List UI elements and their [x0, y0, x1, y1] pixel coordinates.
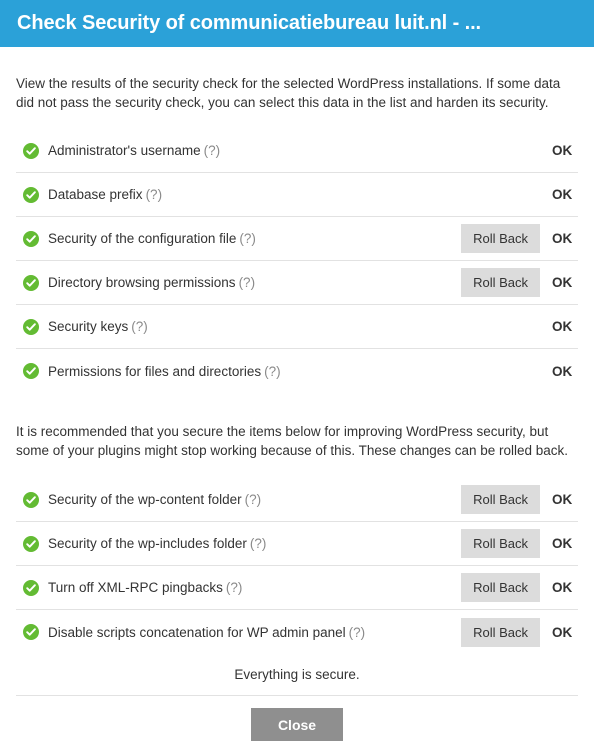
status-badge: OK — [552, 231, 573, 246]
check-circle-icon — [23, 186, 39, 203]
status-badge: OK — [552, 363, 573, 379]
check-circle-icon — [23, 142, 39, 159]
check-row-label: Security keys — [48, 319, 129, 334]
status-badge: OK — [552, 319, 573, 334]
check-row: Security of the wp-content folder (?) Roll… — [16, 478, 578, 522]
security-check-dialog: Check Security of communicatiebureau lui… — [0, 0, 594, 741]
check-row-label: Disable scripts concatenation for WP adm… — [48, 624, 346, 640]
help-icon[interactable]: (?) — [264, 364, 281, 379]
check-row-label: Turn off XML-RPC pingbacks — [48, 580, 223, 595]
roll-back-button[interactable]: Roll Back — [461, 224, 540, 253]
check-circle-icon — [23, 230, 39, 247]
roll-back-button[interactable]: Roll Back — [461, 573, 540, 602]
check-circle-icon — [23, 624, 39, 640]
check-row: Directory browsing permissions (?) Roll Ba… — [16, 261, 578, 305]
status-badge: OK — [552, 187, 573, 202]
check-row: Security of the wp-includes folder (?) Rol… — [16, 522, 578, 566]
check-row-label: Administrator's username — [48, 143, 201, 158]
check-row: Disable scripts concatenation for WP adm… — [16, 610, 578, 654]
help-icon[interactable]: (?) — [204, 143, 221, 158]
help-icon[interactable]: (?) — [239, 275, 256, 290]
check-row-label: Security of the configuration file — [48, 231, 237, 246]
status-badge: OK — [552, 536, 573, 551]
check-row: Administrator's username (?) OK — [16, 129, 578, 173]
dialog-titlebar: Check Security of communicatiebureau lui… — [0, 0, 594, 47]
status-badge: OK — [552, 143, 573, 158]
primary-check-list: Administrator's username (?) OK Database pr… — [16, 129, 578, 393]
dialog-content: View the results of the security check f… — [0, 61, 594, 696]
dialog-footer: Close — [0, 696, 594, 741]
check-row-label: Database prefix — [48, 187, 143, 202]
status-badge: OK — [552, 624, 573, 640]
check-circle-icon — [23, 535, 39, 552]
section-note-text: It is recommended that you secure the it… — [16, 423, 569, 458]
check-row-label: Security of the wp-content folder — [48, 492, 242, 507]
dialog-title: Check Security of communicatiebureau lui… — [17, 12, 481, 34]
check-row-label: Directory browsing permissions — [48, 275, 236, 290]
help-icon[interactable]: (?) — [245, 492, 262, 507]
check-circle-icon — [23, 579, 39, 596]
check-circle-icon — [23, 274, 39, 291]
check-circle-icon — [23, 318, 39, 335]
help-icon[interactable]: (?) — [250, 536, 267, 551]
help-icon[interactable]: (?) — [226, 580, 243, 595]
status-badge: OK — [552, 492, 573, 507]
secondary-check-list: Security of the wp-content folder (?) Roll… — [16, 478, 578, 654]
help-icon[interactable]: (?) — [349, 625, 366, 640]
check-row: Database prefix (?) OK — [16, 173, 578, 217]
check-row: Security of the configuration file (?) Rol… — [16, 217, 578, 261]
roll-back-button[interactable]: Roll Back — [461, 529, 540, 558]
check-row: Turn off XML-RPC pingbacks (?) Roll Back OK — [16, 566, 578, 610]
help-icon[interactable]: (?) — [239, 231, 256, 246]
roll-back-button[interactable]: Roll Back — [461, 485, 540, 514]
check-circle-icon — [23, 491, 39, 508]
check-row-label: Permissions for files and directories — [48, 363, 262, 379]
check-row: Security keys (?) OK — [16, 305, 578, 349]
roll-back-button[interactable]: Roll Back — [461, 617, 540, 647]
close-button[interactable]: Close — [251, 708, 343, 741]
check-circle-icon — [23, 363, 39, 379]
check-row-label: Security of the wp-includes folder — [48, 536, 247, 551]
status-badge: OK — [552, 580, 573, 595]
help-icon[interactable]: (?) — [146, 187, 163, 202]
roll-back-button[interactable]: Roll Back — [461, 268, 540, 297]
intro-text: View the results of the security check f… — [16, 75, 561, 110]
secure-status-text: Everything is secure. — [234, 667, 360, 682]
status-badge: OK — [552, 275, 573, 290]
check-row: Permissions for files and directories (?)… — [16, 349, 578, 393]
help-icon[interactable]: (?) — [131, 319, 148, 334]
